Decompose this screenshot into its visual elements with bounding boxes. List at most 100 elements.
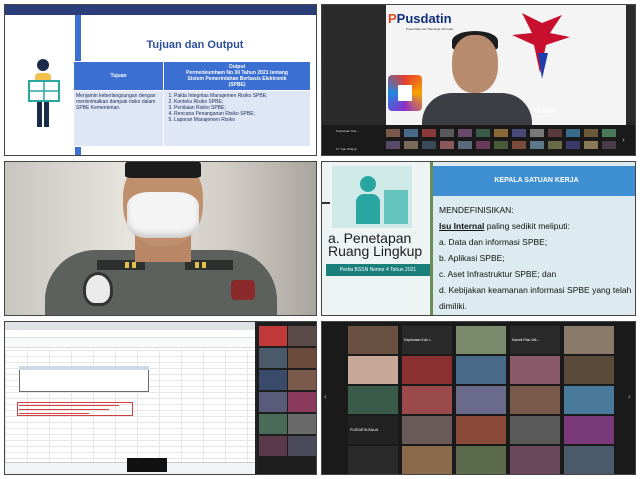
gallery-next-arrow-icon[interactable]: › bbox=[628, 392, 631, 401]
gallery-participant[interactable] bbox=[456, 326, 506, 354]
speaker-tile[interactable]: PPusdatin Pusat Data dan Teknologi Infor… bbox=[321, 4, 636, 156]
participant-thumbnail[interactable] bbox=[530, 129, 544, 137]
gallery-participant[interactable] bbox=[510, 386, 560, 414]
strip-next-arrow-icon[interactable]: › bbox=[622, 135, 625, 144]
gallery-participant[interactable] bbox=[456, 416, 506, 444]
gallery-participant[interactable]: Kepbwaan Kdo l... bbox=[402, 326, 452, 354]
gallery-view-tile[interactable]: ‹ › Kepbwaan Kdo l... Kanwil Riau Wk... … bbox=[321, 321, 636, 475]
slide-left-panel: a. Penetapan Ruang Lingkup Perba BSSN No… bbox=[322, 162, 430, 315]
gallery-participant[interactable] bbox=[348, 356, 398, 384]
participant-thumbnail[interactable] bbox=[288, 370, 316, 390]
participant-strip[interactable]: Kepbwaan Kdo... FT Tgio Whgrgt › bbox=[322, 125, 635, 155]
participant-thumbnail[interactable] bbox=[422, 141, 436, 149]
gallery-participant[interactable] bbox=[510, 446, 560, 474]
gallery-participant[interactable] bbox=[564, 356, 614, 384]
participant-thumbnail[interactable] bbox=[494, 141, 508, 149]
participant-thumbnail[interactable] bbox=[512, 141, 526, 149]
participant-thumbnail[interactable] bbox=[440, 141, 454, 149]
gallery-prev-arrow-icon[interactable]: ‹ bbox=[324, 392, 327, 401]
spreadsheet-window[interactable] bbox=[5, 322, 255, 474]
gallery-participant[interactable] bbox=[402, 356, 452, 384]
gallery-participant[interactable] bbox=[402, 386, 452, 414]
isu-internal-term: Isu Internal bbox=[439, 221, 485, 231]
pusdatin-logo: PPusdatin bbox=[388, 11, 452, 26]
participant-thumbnail[interactable] bbox=[440, 129, 454, 137]
gallery-participant[interactable] bbox=[456, 446, 506, 474]
participant-thumbnail[interactable] bbox=[259, 370, 287, 390]
participant-thumbnail[interactable] bbox=[422, 129, 436, 137]
slide-body: MENDEFINISIKAN: Isu Internal paling sedi… bbox=[439, 202, 635, 314]
gallery-participant[interactable] bbox=[348, 326, 398, 354]
participant-thumbnail[interactable] bbox=[288, 414, 316, 434]
participant-thumbnail[interactable] bbox=[404, 141, 418, 149]
participant-name: Kepbwaan Kdo l... bbox=[404, 338, 433, 342]
gallery-participant[interactable] bbox=[456, 386, 506, 414]
presenter-illustration-icon bbox=[28, 59, 60, 127]
gallery-participant[interactable] bbox=[564, 446, 614, 474]
face-mask bbox=[127, 192, 199, 238]
participant-thumbnail[interactable] bbox=[476, 129, 490, 137]
participant-thumbnail[interactable] bbox=[288, 436, 316, 456]
participant-thumbnail[interactable] bbox=[602, 129, 616, 137]
participant-thumbnail[interactable] bbox=[566, 129, 580, 137]
sheet-toolbar[interactable] bbox=[5, 338, 255, 348]
gallery-participant[interactable] bbox=[510, 356, 560, 384]
gallery-participant[interactable]: Kanwil Riau Wk... bbox=[510, 326, 560, 354]
gallery-participant[interactable] bbox=[402, 446, 452, 474]
rank-stripe bbox=[125, 262, 129, 268]
participant-thumbnail[interactable] bbox=[548, 141, 562, 149]
output-item: Laporan Manajemen Risiko bbox=[174, 117, 308, 123]
participant-sidebar[interactable] bbox=[257, 322, 316, 474]
participant-thumbnail[interactable] bbox=[530, 141, 544, 149]
browser-tab-bar[interactable] bbox=[5, 322, 255, 330]
gallery-participant[interactable] bbox=[564, 326, 614, 354]
participant-thumbnail[interactable] bbox=[566, 141, 580, 149]
speaker-face bbox=[452, 35, 498, 93]
participant-thumbnail[interactable] bbox=[259, 414, 287, 434]
mendefinisikan-label: MENDEFINISIKAN: bbox=[439, 205, 514, 215]
gallery-participant[interactable] bbox=[402, 416, 452, 444]
output-list: Pakta Integritas Manajemen Risiko SPBE; … bbox=[166, 93, 308, 123]
gallery-participant[interactable]: PUSDATIN BALAI bbox=[348, 416, 398, 444]
screen-share-toolbar[interactable] bbox=[127, 458, 167, 472]
participant-thumbnail[interactable] bbox=[404, 129, 418, 137]
isu-internal-line: Isu Internal paling sedikit meliputi: bbox=[439, 218, 635, 234]
participant-thumbnail[interactable] bbox=[386, 129, 400, 137]
browser-address-bar[interactable] bbox=[5, 330, 255, 338]
slide-right-panel: KEPALA SATUAN KERJA MENDEFINISIKAN: Isu … bbox=[430, 162, 635, 315]
logo-text: Pusdatin bbox=[396, 11, 452, 26]
participant-thumbnail[interactable] bbox=[259, 326, 287, 346]
participant-thumbnail[interactable] bbox=[288, 392, 316, 412]
slide-title: Tujuan dan Output bbox=[146, 39, 244, 51]
shared-slide-tile-2[interactable]: a. Penetapan Ruang Lingkup Perba BSSN No… bbox=[321, 161, 636, 316]
gallery-participant[interactable] bbox=[348, 446, 398, 474]
participant-thumbnail[interactable] bbox=[259, 348, 287, 368]
col-header-output: Output Permenkumham No 30 Tahun 2021 ten… bbox=[163, 61, 311, 91]
participant-thumbnail[interactable] bbox=[288, 326, 316, 346]
participant-thumbnail[interactable] bbox=[584, 141, 598, 149]
participant-thumbnail[interactable] bbox=[288, 348, 316, 368]
video-conference-grid: Tujuan dan Output Tujuan Output Permenku… bbox=[0, 0, 640, 479]
gallery-participant[interactable] bbox=[456, 356, 506, 384]
participant-thumbnail[interactable] bbox=[584, 129, 598, 137]
gallery-participant[interactable] bbox=[510, 416, 560, 444]
participant-thumbnail[interactable] bbox=[259, 436, 287, 456]
emblem-inner bbox=[398, 85, 412, 101]
participant-thumbnail[interactable] bbox=[476, 141, 490, 149]
participant-thumbnail[interactable] bbox=[494, 129, 508, 137]
tujuan-cell: Menjamin keberlangsungan dengan meminima… bbox=[72, 90, 165, 147]
gallery-participant[interactable] bbox=[564, 416, 614, 444]
participant-thumbnail[interactable] bbox=[458, 141, 472, 149]
participant-thumbnail[interactable] bbox=[548, 129, 562, 137]
shared-slide-tile[interactable]: Tujuan dan Output Tujuan Output Permenku… bbox=[4, 4, 317, 156]
participant-thumbnail[interactable] bbox=[259, 392, 287, 412]
participant-thumbnail[interactable] bbox=[512, 129, 526, 137]
participant-thumbnail[interactable] bbox=[458, 129, 472, 137]
risk-table-header bbox=[19, 366, 149, 370]
participant-thumbnail[interactable] bbox=[602, 141, 616, 149]
spreadsheet-share-tile[interactable] bbox=[4, 321, 317, 475]
participant-thumbnail[interactable] bbox=[386, 141, 400, 149]
gallery-participant[interactable] bbox=[564, 386, 614, 414]
gallery-participant[interactable] bbox=[348, 386, 398, 414]
participant-camera-tile[interactable] bbox=[4, 161, 317, 316]
